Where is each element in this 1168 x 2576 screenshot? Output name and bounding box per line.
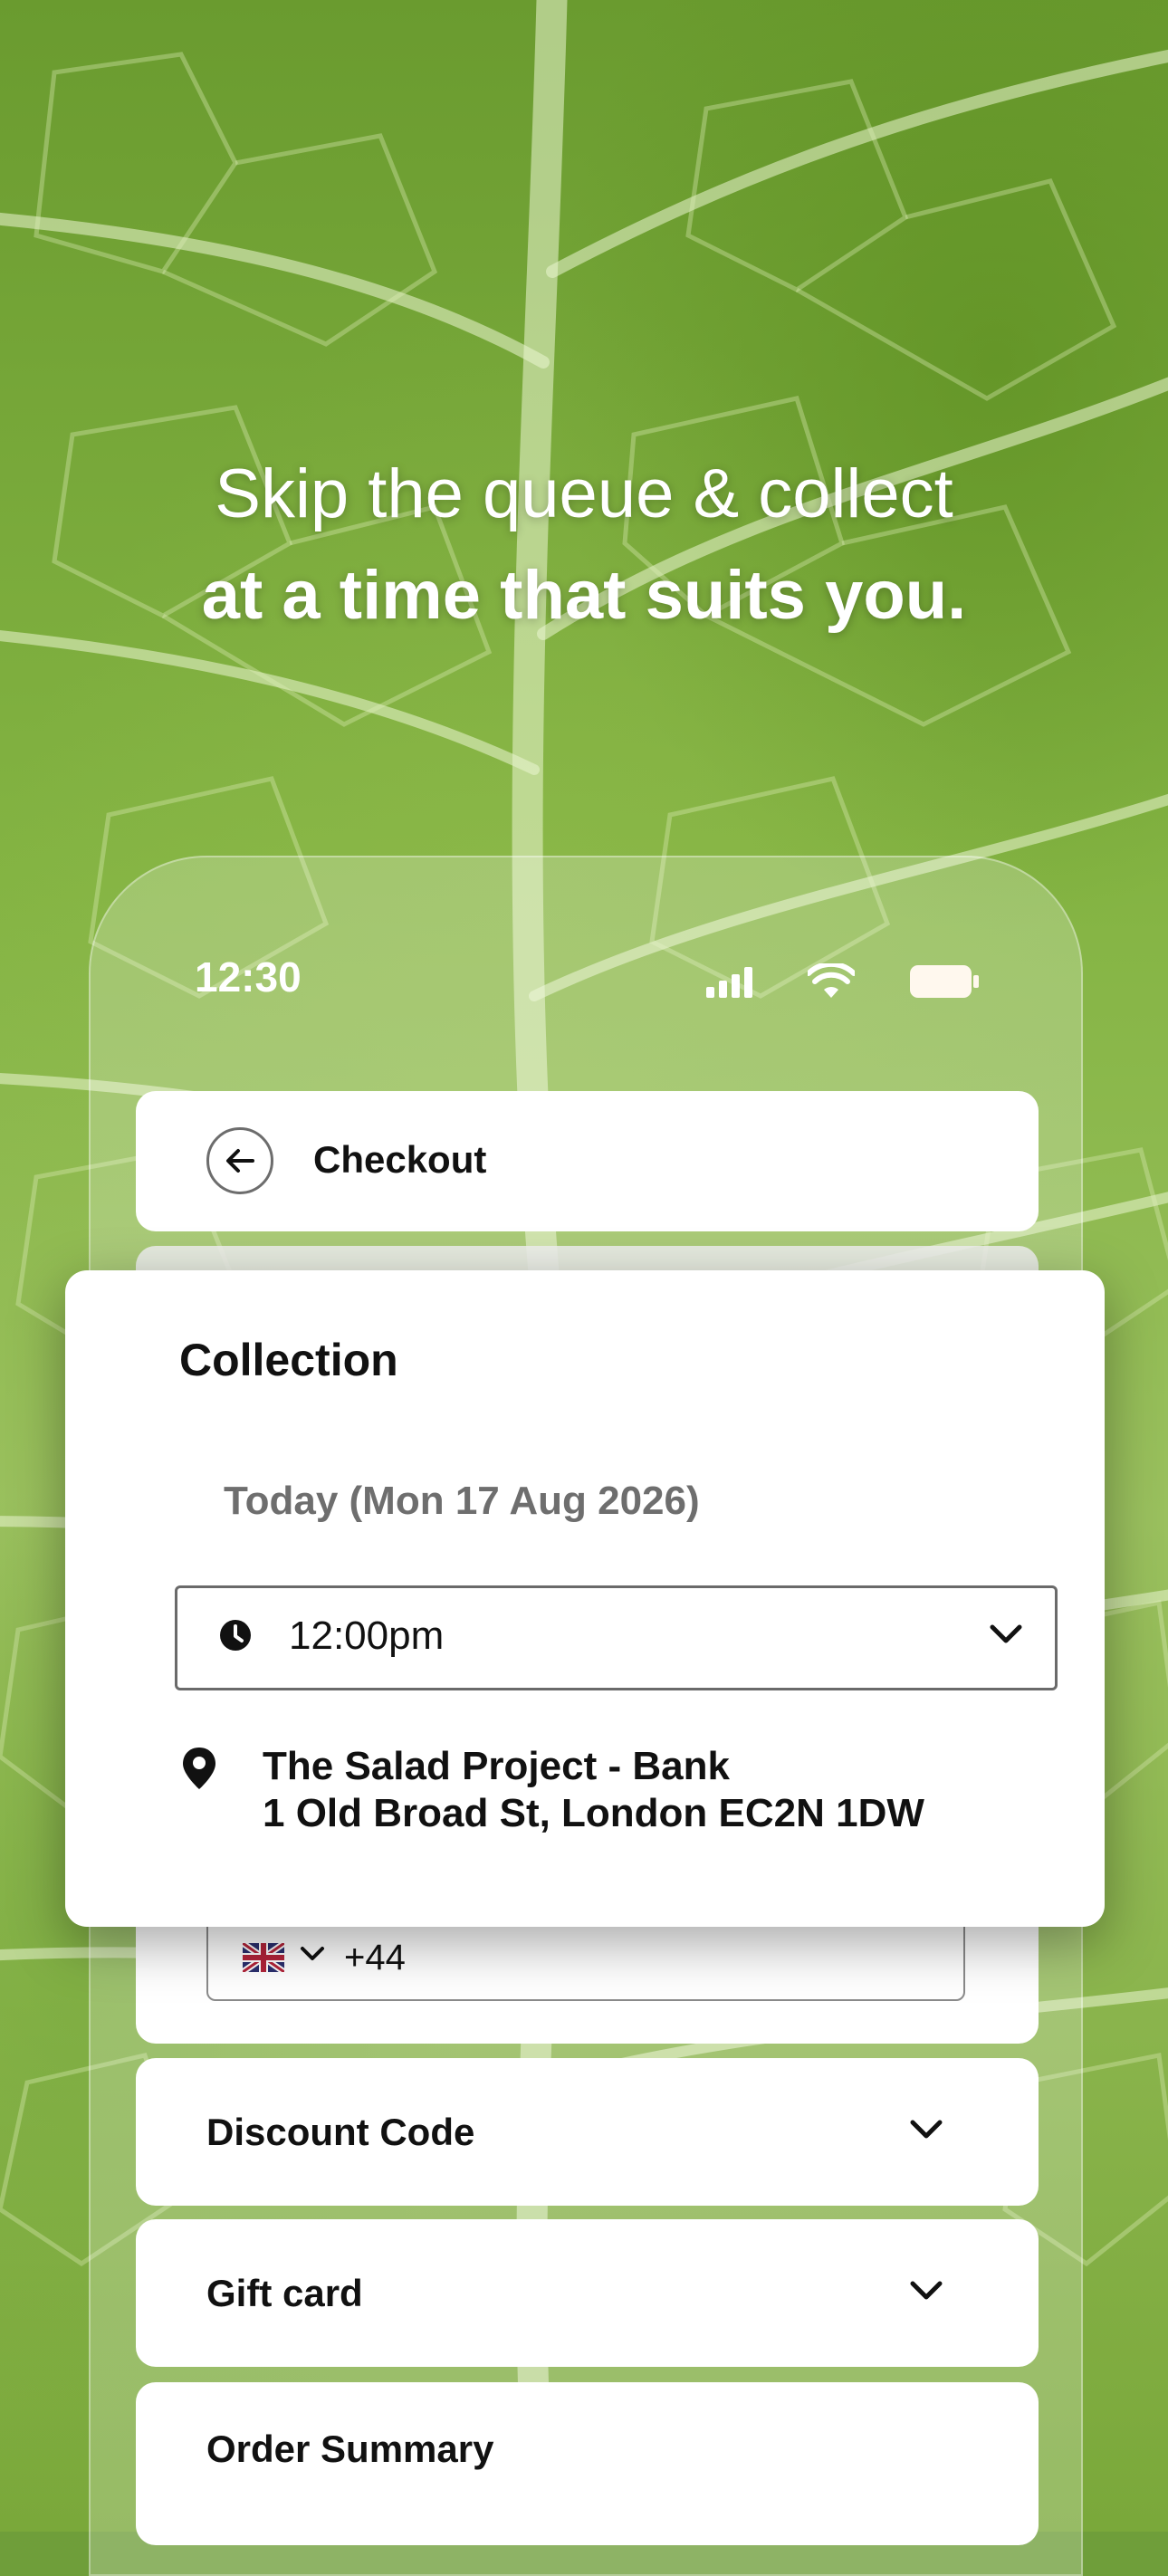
location-pin-icon	[183, 1748, 215, 1789]
order-summary-label: Order Summary	[206, 2428, 494, 2470]
collection-time-value: 12:00pm	[289, 1614, 445, 1658]
collection-modal: Collection Today (Mon 17 Aug 2026) 12:00…	[65, 1270, 1105, 1927]
headline-line-2: at a time that suits you.	[201, 557, 967, 634]
battery-icon	[910, 965, 979, 998]
gift-card-label: Gift card	[206, 2272, 363, 2314]
gift-card-accordion[interactable]: Gift card	[136, 2219, 1039, 2367]
status-bar-time: 12:30	[195, 953, 302, 1001]
headline-line-1: Skip the queue & collect	[215, 455, 953, 532]
chevron-down-icon[interactable]	[908, 2279, 944, 2303]
chevron-down-icon[interactable]	[299, 1945, 326, 1963]
order-summary-card[interactable]: Order Summary	[136, 2382, 1039, 2545]
collection-date: Today (Mon 17 Aug 2026)	[224, 1479, 700, 1523]
store-address: 1 Old Broad St, London EC2N 1DW	[263, 1791, 924, 1835]
cellular-signal-icon	[706, 967, 752, 998]
chevron-down-icon[interactable]	[988, 1623, 1024, 1646]
marketing-headline: Skip the queue & collect at a time that …	[0, 444, 1168, 646]
chevron-down-icon[interactable]	[908, 2118, 944, 2141]
page-title: Checkout	[313, 1138, 487, 1181]
checkout-header: Checkout	[136, 1091, 1039, 1231]
back-button[interactable]	[206, 1127, 273, 1194]
store-name: The Salad Project - Bank	[263, 1744, 730, 1788]
dial-code: +44	[344, 1938, 406, 1977]
discount-code-label: Discount Code	[206, 2111, 475, 2153]
uk-flag-icon[interactable]	[243, 1943, 284, 1972]
collection-title: Collection	[179, 1335, 398, 1385]
wifi-icon	[808, 963, 855, 998]
arrow-left-icon	[226, 1149, 254, 1173]
discount-code-accordion[interactable]: Discount Code	[136, 2058, 1039, 2206]
collection-time-select[interactable]: 12:00pm	[175, 1585, 1058, 1690]
clock-icon	[220, 1620, 251, 1651]
